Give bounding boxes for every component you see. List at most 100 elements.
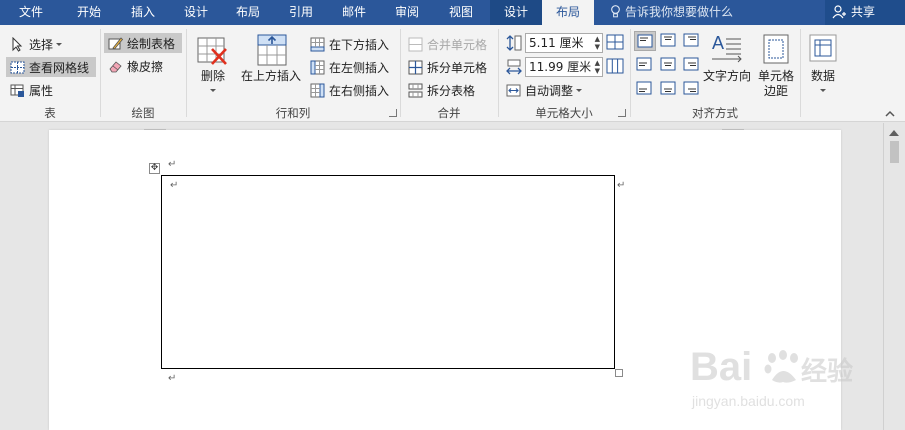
table-move-handle-icon[interactable]: ✥ <box>149 163 160 174</box>
tab-table-layout[interactable]: 布局 <box>542 0 594 26</box>
align-top-left-button[interactable] <box>634 31 656 51</box>
tab-insert[interactable]: 插入 <box>116 0 170 25</box>
draw-table-label: 绘制表格 <box>127 36 176 51</box>
tab-table-design[interactable]: 设计 <box>490 0 542 25</box>
merge-cells-label: 合并单元格 <box>427 37 488 52</box>
merge-cells-button[interactable]: 合并单元格 <box>408 35 487 53</box>
cell-margins-button[interactable]: 单元格边距 <box>754 31 798 103</box>
group-separator <box>800 29 801 117</box>
align-middle-right-button[interactable] <box>681 55 703 75</box>
scroll-up-arrow-icon[interactable] <box>889 130 899 136</box>
group-label-merge: 合并 <box>437 106 461 120</box>
table-cell[interactable]: ↵ <box>161 175 615 369</box>
delete-table-icon <box>197 37 227 65</box>
insert-left-icon <box>310 60 325 74</box>
paragraph-mark: ↵ <box>168 373 177 384</box>
ribbon-tab-bar: 文件 开始 插入 设计 布局 引用 邮件 审阅 视图 设计 布局 告诉我你想要做… <box>0 0 905 26</box>
distribute-rows-icon[interactable] <box>606 34 624 50</box>
pencil-table-icon <box>108 36 123 50</box>
split-cells-button[interactable]: 拆分单元格 <box>408 58 487 76</box>
insert-above-button[interactable]: 在上方插入 <box>238 31 304 101</box>
align-bottom-right-button[interactable] <box>681 79 703 99</box>
svg-text:A: A <box>712 33 724 53</box>
tab-mailings[interactable]: 邮件 <box>328 0 380 25</box>
align-bottom-right-icon <box>683 81 699 95</box>
insert-above-label: 在上方插入 <box>240 69 301 83</box>
align-bottom-center-button[interactable] <box>658 79 680 99</box>
rows-cols-launcher-icon[interactable] <box>389 109 397 117</box>
table-column-width-icon <box>506 59 522 75</box>
view-gridlines-button[interactable]: 查看网格线 <box>6 57 96 77</box>
group-separator <box>186 29 187 117</box>
lightbulb-icon <box>611 5 620 18</box>
tab-layout[interactable]: 布局 <box>222 0 274 25</box>
spin-down-icon[interactable]: ▼ <box>595 68 600 75</box>
tab-view[interactable]: 视图 <box>434 0 488 25</box>
data-icon <box>809 34 837 62</box>
split-table-button[interactable]: 拆分表格 <box>408 81 475 99</box>
align-top-right-button[interactable] <box>681 31 703 51</box>
vertical-scrollbar[interactable] <box>883 123 905 430</box>
draw-table-button[interactable]: 绘制表格 <box>104 33 182 53</box>
eraser-button[interactable]: 橡皮擦 <box>108 57 163 75</box>
share-button[interactable]: 共享 <box>825 0 905 25</box>
tab-design[interactable]: 设计 <box>170 0 222 25</box>
align-bottom-left-icon <box>636 81 652 95</box>
collapse-ribbon-icon[interactable] <box>884 109 896 118</box>
text-direction-icon: A <box>712 33 742 63</box>
cell-size-launcher-icon[interactable] <box>618 109 626 117</box>
table-resize-handle[interactable] <box>615 369 623 377</box>
align-middle-left-button[interactable] <box>634 55 656 75</box>
cell-margins-icon <box>763 34 789 64</box>
properties-button[interactable]: 属性 <box>10 81 53 99</box>
text-direction-button[interactable]: A 文字方向 <box>702 31 752 101</box>
align-top-center-button[interactable] <box>658 31 680 51</box>
spin-up-icon[interactable]: ▲ <box>595 36 600 43</box>
tab-review[interactable]: 审阅 <box>380 0 434 25</box>
tab-file[interactable]: 文件 <box>0 0 62 25</box>
delete-label: 删除 <box>200 69 225 83</box>
margin-corner-mark <box>144 129 166 130</box>
split-cells-label: 拆分单元格 <box>427 60 488 75</box>
row-height-spinner[interactable]: 5.11 厘米 ▲ ▼ <box>525 33 603 53</box>
group-label-rows-cols: 行和列 <box>275 106 311 120</box>
column-width-spinner[interactable]: 11.99 厘米 ▲ ▼ <box>525 57 603 77</box>
group-separator <box>630 29 631 117</box>
insert-below-button[interactable]: 在下方插入 <box>310 35 389 53</box>
select-label: 选择 <box>29 37 54 52</box>
group-separator <box>100 29 101 117</box>
watermark-url: jingyan.baidu.com <box>691 393 805 409</box>
distribute-columns-icon[interactable] <box>606 58 624 74</box>
align-bottom-left-button[interactable] <box>634 79 656 99</box>
scroll-thumb[interactable] <box>890 141 899 163</box>
watermark-brand-cn: 经验 <box>801 356 853 387</box>
insert-right-button[interactable]: 在右侧插入 <box>310 81 389 99</box>
ribbon-panel: 选择 查看网格线 属性 表 绘制表格 橡皮擦 绘图 删除 在上方插入 在下方插入… <box>0 25 905 122</box>
split-cells-icon <box>408 60 423 74</box>
autofit-button[interactable]: 自动调整 <box>506 81 583 99</box>
spin-up-icon[interactable]: ▲ <box>595 60 600 67</box>
person-icon <box>832 5 846 19</box>
align-top-left-icon <box>637 34 653 48</box>
insert-right-icon <box>310 83 325 97</box>
align-middle-center-button[interactable] <box>658 55 680 75</box>
insert-left-label: 在左侧插入 <box>329 60 390 75</box>
data-button[interactable]: 数据 <box>804 31 842 101</box>
insert-left-button[interactable]: 在左侧插入 <box>310 58 389 76</box>
cell-margins-label: 单元格边距 <box>757 69 794 98</box>
tab-home[interactable]: 开始 <box>62 0 116 25</box>
delete-button[interactable]: 删除 <box>192 31 234 101</box>
tell-me-box[interactable]: 告诉我你想要做什么 <box>610 0 733 25</box>
tab-references[interactable]: 引用 <box>274 0 328 25</box>
select-button[interactable]: 选择 <box>10 35 63 53</box>
insert-below-label: 在下方插入 <box>329 37 390 52</box>
autofit-label: 自动调整 <box>525 83 574 98</box>
align-top-right-icon <box>683 33 699 47</box>
insert-above-icon <box>257 34 287 66</box>
merge-cells-icon <box>408 37 423 51</box>
eraser-label: 橡皮擦 <box>127 59 164 74</box>
watermark-logo-icon: Bai 经验 jingyan.baidu.com <box>690 345 853 409</box>
baidu-jingyan-watermark: Bai 经验 jingyan.baidu.com <box>688 336 863 416</box>
spin-down-icon[interactable]: ▼ <box>595 44 600 51</box>
group-label-alignment: 对齐方式 <box>692 106 738 120</box>
